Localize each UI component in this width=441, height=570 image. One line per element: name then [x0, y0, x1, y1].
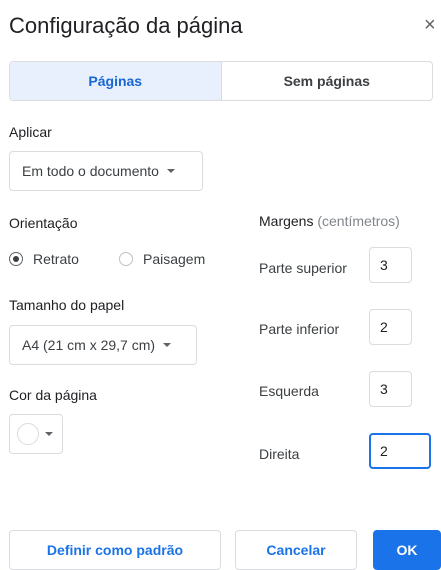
radio-selected-icon [9, 252, 23, 266]
apply-label: Aplicar [9, 124, 52, 140]
chevron-down-icon [45, 432, 53, 436]
paper-size-label: Tamanho do papel [9, 297, 125, 313]
margin-left-label: Esquerda [259, 383, 319, 399]
apply-dropdown-value: Em todo o documento [22, 163, 159, 179]
chevron-down-icon [166, 169, 175, 173]
margin-top-input[interactable] [369, 247, 412, 283]
page-color-picker[interactable] [9, 414, 63, 454]
margin-right-label: Direita [259, 446, 300, 462]
close-icon[interactable]: × [424, 14, 441, 36]
cancel-button[interactable]: Cancelar [235, 530, 357, 570]
margin-left-input[interactable] [369, 371, 412, 407]
orientation-label: Orientação [9, 215, 78, 231]
margin-right-input[interactable] [369, 433, 431, 469]
margin-bottom-label: Parte inferior [259, 321, 340, 337]
dialog-title: Configuração da página [9, 13, 243, 38]
pagination-toggle: Páginas Sem páginas [9, 61, 433, 101]
paper-size-value: A4 (21 cm x 29,7 cm) [22, 337, 156, 353]
radio-portrait[interactable]: Retrato [9, 251, 79, 267]
radio-landscape-label: Paisagem [143, 251, 206, 267]
set-default-button[interactable]: Definir como padrão [9, 530, 221, 570]
ok-button[interactable]: OK [373, 530, 441, 570]
tab-pageless[interactable]: Sem páginas [222, 62, 433, 100]
paper-size-dropdown[interactable]: A4 (21 cm x 29,7 cm) [9, 325, 197, 365]
margins-header: Margens (centímetros) [259, 213, 400, 229]
margins-label: Margens [259, 213, 314, 229]
color-swatch-icon [17, 423, 39, 445]
page-color-label: Cor da página [9, 387, 97, 403]
radio-portrait-label: Retrato [33, 251, 79, 267]
margin-top-label: Parte superior [259, 260, 347, 276]
chevron-down-icon [163, 343, 172, 347]
radio-unselected-icon [119, 252, 133, 266]
apply-dropdown[interactable]: Em todo o documento [9, 151, 203, 191]
margins-unit: (centímetros) [317, 213, 400, 229]
tab-pages[interactable]: Páginas [10, 62, 222, 100]
radio-landscape[interactable]: Paisagem [119, 251, 205, 267]
margin-bottom-input[interactable] [369, 309, 412, 345]
